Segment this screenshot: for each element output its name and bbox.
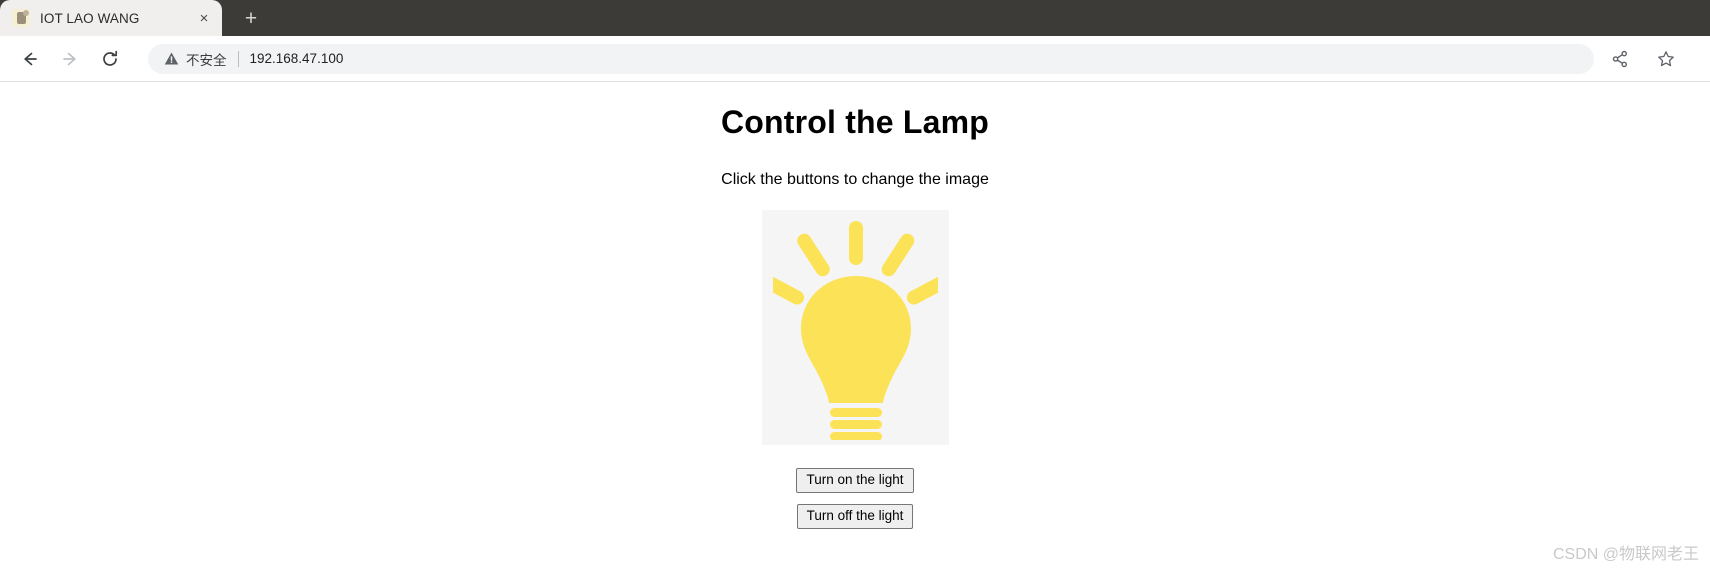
- tab-strip: IOT LAO WANG × +: [0, 0, 1710, 36]
- page-title: Control the Lamp: [720, 104, 990, 140]
- turn-off-light-button[interactable]: Turn off the light: [796, 503, 914, 529]
- browser-toolbar: 不安全 192.168.47.100: [0, 36, 1710, 82]
- turn-on-row: Turn on the light: [0, 468, 1710, 493]
- lightbulb-on-icon: [772, 221, 938, 440]
- site-favicon: [12, 9, 30, 27]
- toolbar-actions: [1604, 43, 1696, 75]
- omnibox-divider: [237, 50, 239, 67]
- browser-tab[interactable]: IOT LAO WANG ×: [0, 0, 222, 36]
- new-tab-icon[interactable]: +: [234, 3, 268, 33]
- share-icon[interactable]: [1604, 43, 1636, 75]
- page-subtitle: Click the buttons to change the image: [721, 171, 989, 188]
- lightbulb-image: [761, 210, 949, 445]
- forward-icon[interactable]: [54, 43, 86, 75]
- page-viewport: Control the Lamp Click the buttons to ch…: [0, 83, 1710, 570]
- address-bar[interactable]: 不安全 192.168.47.100: [148, 43, 1594, 74]
- back-icon[interactable]: [14, 43, 46, 75]
- watermark-text: CSDN @物联网老王: [1552, 546, 1699, 563]
- close-icon[interactable]: ×: [194, 8, 214, 28]
- reload-icon[interactable]: [94, 43, 126, 75]
- lamp-control-page: Control the Lamp Click the buttons to ch…: [0, 83, 1710, 529]
- security-status-text: 不安全: [186, 52, 227, 68]
- browser-window: IOT LAO WANG × + 不安全 192.168.47.100 Cont…: [0, 0, 1710, 570]
- turn-off-row: Turn off the light: [0, 503, 1710, 529]
- turn-on-light-button[interactable]: Turn on the light: [796, 468, 914, 493]
- bookmark-star-icon[interactable]: [1650, 43, 1682, 75]
- tab-title: IOT LAO WANG: [40, 10, 140, 26]
- url-text: 192.168.47.100: [249, 51, 344, 66]
- warning-triangle-icon: [164, 51, 179, 66]
